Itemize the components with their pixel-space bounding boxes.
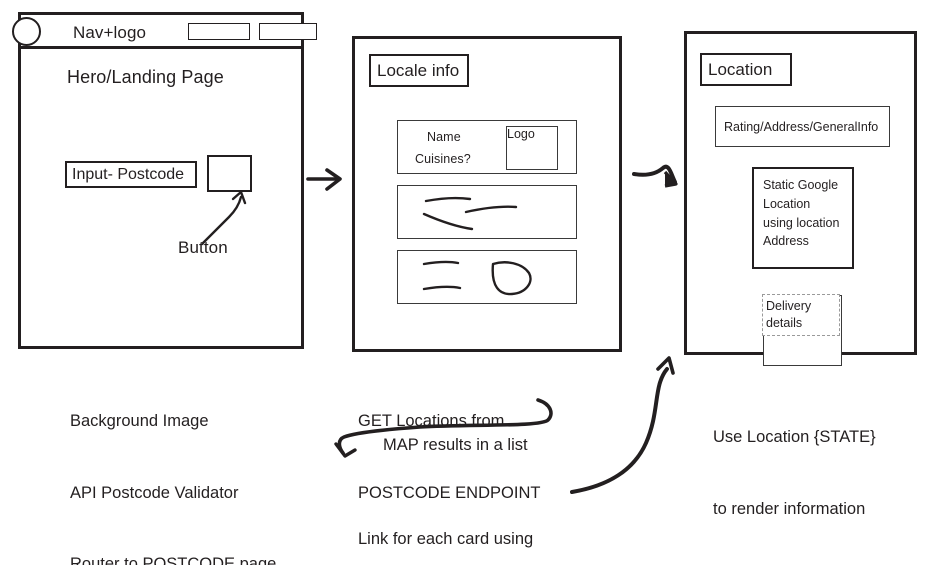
location-note-1: Use Location {STATE} — [713, 427, 876, 446]
locale-card-2[interactable] — [397, 185, 577, 239]
screen-locale-info: Locale info Name Cuisines? Logo — [352, 36, 622, 352]
map-results-note: MAP results in a list — [383, 436, 528, 454]
locale-info-header-label: Locale info — [377, 60, 460, 80]
screen-landing-page: Nav+logo Hero/Landing Page Input- Postco… — [12, 12, 317, 349]
delivery-line-2: details — [766, 315, 803, 330]
locale-note-1: GET Locations from — [358, 411, 505, 430]
map-box-line-3: using location — [763, 215, 840, 230]
scribble-lines-icon — [422, 196, 518, 231]
navbar: Nav+logo — [12, 15, 317, 49]
map-box-line-1: Static Google — [763, 178, 839, 192]
location-header: Location — [700, 53, 792, 86]
rating-address-info-label: Rating/Address/GeneralInfo — [724, 119, 879, 134]
locale-card-1[interactable]: Name Cuisines? Logo — [397, 120, 577, 174]
button-callout-arrow-icon — [201, 190, 247, 245]
location-header-label: Location — [708, 59, 773, 79]
delivery-details-outer-box: Delivery details — [762, 294, 842, 366]
landing-note-3: Router to POSTCODE page — [70, 555, 277, 565]
location-notes: Use Location {STATE} to render informati… — [713, 378, 876, 565]
landing-notes: Background Image API Postcode Validator … — [70, 362, 276, 565]
map-box-line-4: Address — [763, 234, 809, 249]
button-annotation: Button — [178, 238, 228, 257]
location-note-2: to render information — [713, 499, 866, 518]
screen-location-detail: Location Rating/Address/GeneralInfo Stat… — [684, 31, 917, 366]
locale-info-header: Locale info — [369, 54, 469, 87]
arrow-curve-up-right-icon — [570, 356, 675, 494]
nav-pill-2[interactable] — [259, 23, 317, 40]
postcode-input-label: Input- Postcode — [72, 165, 185, 183]
locale-card-1-logo: Logo — [506, 126, 558, 170]
postcode-input[interactable]: Input- Postcode — [65, 161, 197, 188]
scribble-blob-icon — [422, 260, 532, 296]
hero-label: Hero/Landing Page — [67, 67, 224, 87]
circle-logo-icon — [12, 17, 41, 46]
nav-title: Nav+logo — [73, 23, 147, 42]
arrow-hook-right-icon — [632, 164, 678, 188]
link-state-notes: Link for each card using {STATE} to brin… — [358, 480, 545, 565]
nav-pill-1[interactable] — [188, 23, 250, 40]
landing-note-1: Background Image — [70, 411, 209, 430]
locale-card-1-cuisines: Cuisines? — [415, 152, 471, 166]
static-google-map-box: Static Google Location using location Ad… — [752, 167, 854, 269]
map-box-line-2: Location — [763, 196, 811, 211]
rating-address-info-box: Rating/Address/GeneralInfo — [715, 106, 890, 147]
delivery-details-dashed-box[interactable]: Delivery details — [762, 294, 840, 336]
locale-card-1-name: Name — [427, 130, 461, 144]
wireframe-canvas: Nav+logo Hero/Landing Page Input- Postco… — [0, 0, 947, 565]
locale-card-3[interactable] — [397, 250, 577, 304]
landing-note-2: API Postcode Validator — [70, 483, 239, 502]
arrow-right-icon — [306, 168, 342, 191]
delivery-line-1: Delivery — [766, 299, 812, 313]
link-state-note-1: Link for each card using — [358, 529, 534, 548]
